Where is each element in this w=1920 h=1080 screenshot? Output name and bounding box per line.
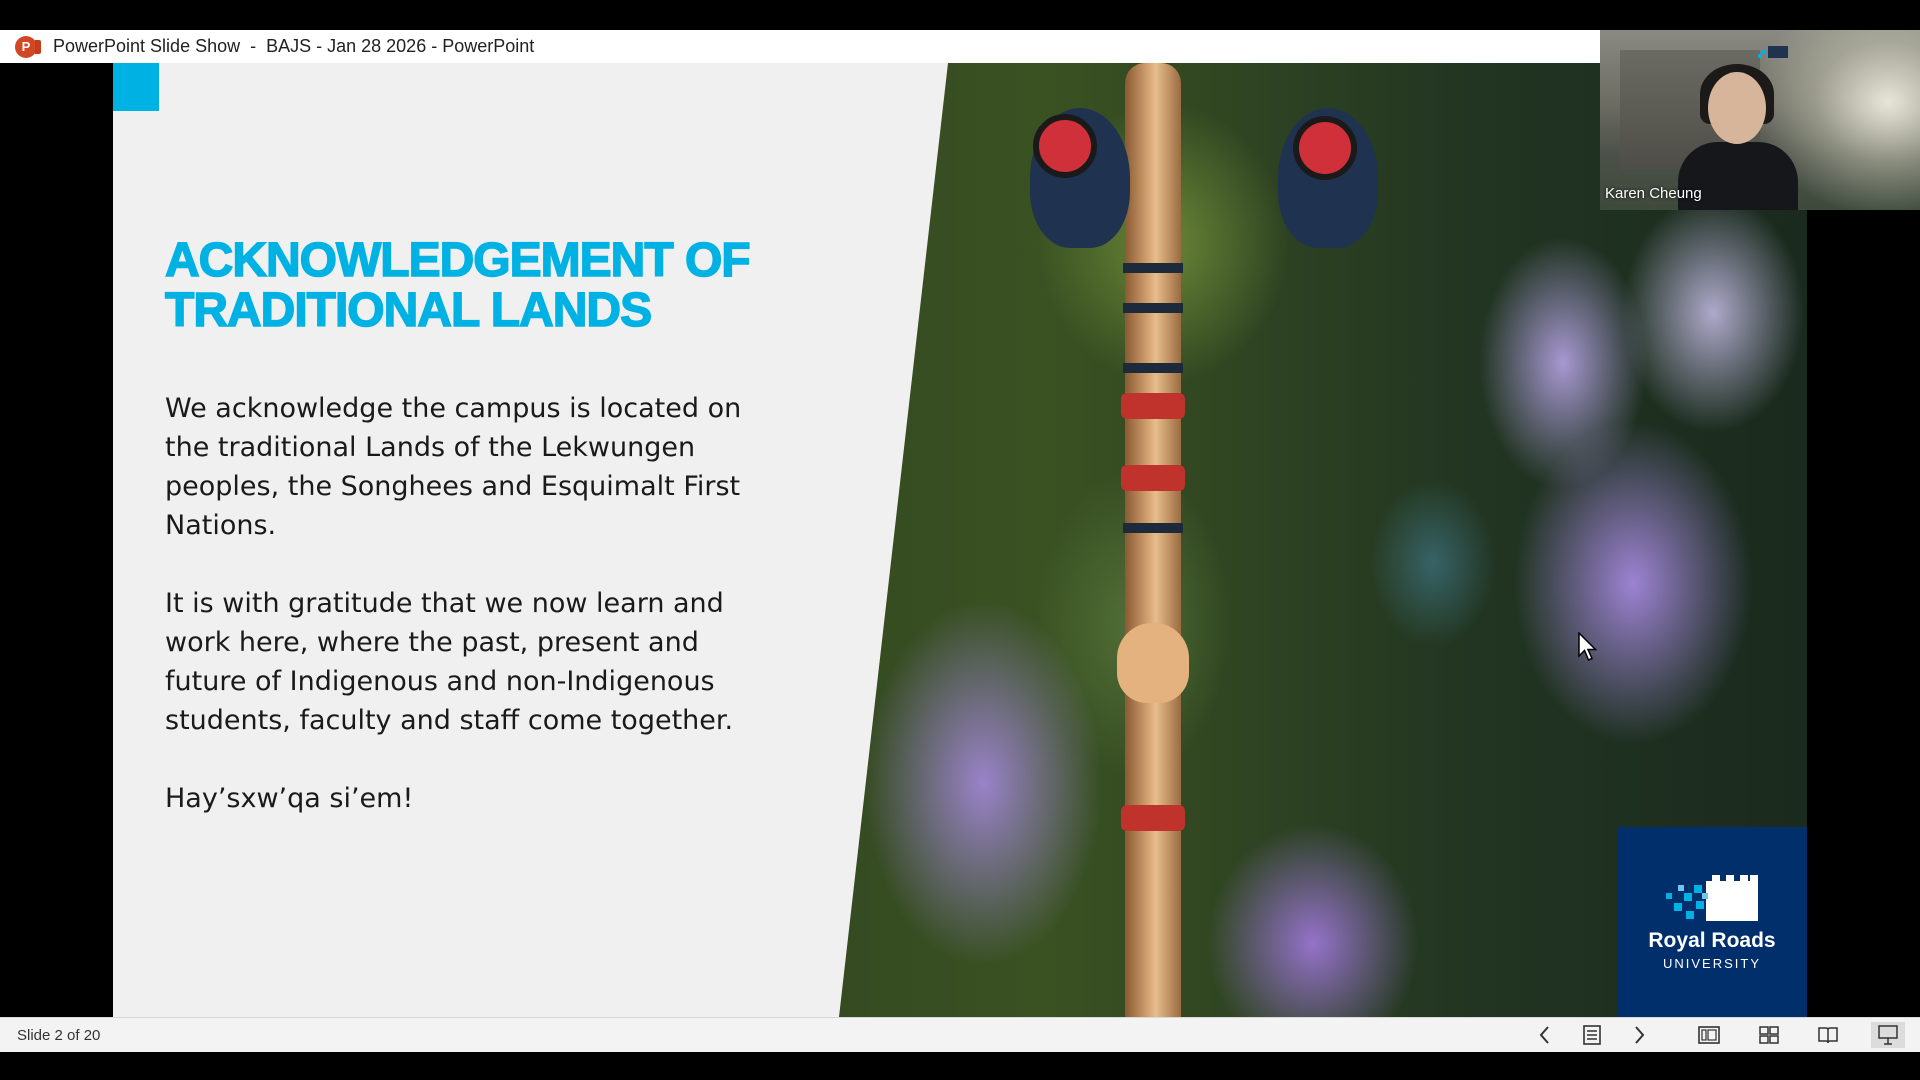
accent-square	[113, 63, 159, 111]
powerpoint-icon: P	[15, 35, 41, 58]
chevron-left-icon	[1539, 1026, 1549, 1044]
mouse-cursor-icon	[1578, 632, 1598, 661]
pole-red-band	[1121, 465, 1185, 491]
gratitude-paragraph: It is with gratitude that we now learn a…	[165, 588, 734, 736]
slide[interactable]: ACKNOWLEDGEMENT OF TRADITIONAL LANDS We …	[113, 63, 1807, 1017]
notes-icon	[1583, 1025, 1601, 1045]
pole-red-band	[1121, 393, 1185, 419]
book-icon	[1818, 1027, 1838, 1044]
acknowledgement-paragraph: We acknowledge the campus is located on …	[165, 393, 742, 541]
slide-counter: Slide 2 of 20	[17, 1026, 101, 1044]
slide-show-button[interactable]	[1871, 1022, 1905, 1048]
slide-menu-button[interactable]	[1575, 1022, 1609, 1048]
castle-logo-icon	[1666, 875, 1758, 921]
screen: P PowerPoint Slide Show - BAJS - Jan 28 …	[0, 0, 1920, 1080]
reading-view-button[interactable]	[1811, 1022, 1845, 1048]
slide-title: ACKNOWLEDGEMENT OF TRADITIONAL LANDS	[164, 234, 865, 337]
logo-name: Royal Roads	[1648, 929, 1776, 952]
chevron-right-icon	[1635, 1026, 1645, 1044]
pole-band	[1123, 363, 1183, 373]
pole-band	[1123, 263, 1183, 273]
wing-eye	[1033, 114, 1097, 178]
normal-view-icon	[1698, 1026, 1720, 1044]
pole-red-band	[1121, 805, 1185, 831]
normal-view-button[interactable]	[1692, 1022, 1726, 1048]
presenter-icon	[1878, 1025, 1898, 1045]
statusbar: Slide 2 of 20	[0, 1017, 1920, 1052]
slide-body: We acknowledge the campus is located on …	[165, 389, 765, 857]
royal-roads-mini-logo-icon	[1758, 46, 1788, 58]
pole-band	[1123, 523, 1183, 533]
next-slide-button[interactable]	[1622, 1022, 1656, 1048]
totem-pole	[1125, 63, 1181, 1017]
slide-sorter-button[interactable]	[1752, 1022, 1786, 1048]
wing-eye	[1293, 116, 1357, 180]
royal-roads-logo: Royal Roads UNIVERSITY	[1617, 827, 1807, 1017]
participant-name: Karen Cheung	[1605, 185, 1702, 202]
participant-video-tile[interactable]: Karen Cheung	[1600, 30, 1920, 210]
slide-title-line1: ACKNOWLEDGEMENT OF	[164, 234, 751, 287]
window-title: PowerPoint Slide Show - BAJS - Jan 28 20…	[53, 36, 535, 56]
greeting-paragraph: Hay’sxw’qa si’em!	[165, 783, 414, 814]
grid-icon	[1759, 1026, 1779, 1044]
pole-band	[1123, 303, 1183, 313]
participant-head	[1708, 72, 1766, 144]
slide-title-line2: TRADITIONAL LANDS	[164, 284, 653, 337]
logo-subtitle: UNIVERSITY	[1662, 956, 1761, 971]
totem-face	[1117, 623, 1189, 703]
previous-slide-button[interactable]	[1528, 1022, 1562, 1048]
